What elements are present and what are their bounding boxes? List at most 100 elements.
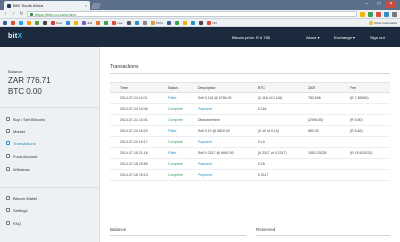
bookmark-item[interactable] [3,20,7,25]
reload-button[interactable]: ↻ [19,11,24,17]
sidebar-item-fund-account[interactable]: Fund Account [0,151,100,161]
back-button[interactable]: ‹ [3,11,8,17]
sidebar-item-settings[interactable]: Settings [0,205,100,215]
bookmark-icon [199,20,204,25]
bookmark-item[interactable]: STFF [150,20,163,25]
browser-tab-bar: BitX South Africa × – □ × [0,0,400,10]
sidebar-item-withdraw[interactable]: Withdraw [0,164,100,174]
sidebar-item-label: FAQ [13,220,22,226]
cell-description[interactable]: Payment [198,107,212,111]
cell-fee: (R 7.83696) [350,96,369,100]
page-title: Transactions [110,64,139,70]
bookmark-item[interactable] [134,20,139,25]
sidebar-item-faq[interactable]: FAQ [0,218,100,228]
extension-icon[interactable] [384,11,389,17]
bookmark-item[interactable]: Live [112,20,123,25]
cell-description: Disbursement [198,118,220,122]
sidebar-item-label: Market [13,128,26,134]
extension-icon[interactable] [368,11,373,17]
maximize-button[interactable]: □ [374,1,384,8]
bookmark-item[interactable] [175,20,180,25]
cell-description: Sell 0.2317 @ 6692.50 [198,151,234,155]
cell-status: Complete [168,162,183,166]
bookmark-item[interactable] [126,20,131,25]
cell-btc: 0.116 [258,107,267,111]
bookmark-item[interactable] [104,20,109,25]
bookmark-icon [183,20,188,25]
bookmark-item[interactable] [199,20,204,25]
site-favicon-icon [7,3,11,8]
exchange-menu[interactable]: Exchange ▾ [334,35,355,40]
sidebar-item-market[interactable]: Market [0,126,100,136]
bookmark-icon [104,20,109,25]
bookmark-icon [175,20,180,25]
cell-time: 2014-07-24 11:01 [120,96,148,100]
reserved-section-label: Reserved [256,227,276,232]
bookmark-item[interactable]: Oct [207,20,217,25]
extension-icon[interactable] [376,11,381,17]
bookmark-item[interactable] [11,20,15,25]
bookmark-icon [35,20,39,25]
close-window-button[interactable]: × [386,1,396,8]
new-tab-button[interactable] [90,3,102,9]
menu-icon[interactable] [392,11,397,17]
btc-balance: BTC 0.00 [8,87,42,96]
bookmark-item[interactable] [142,20,147,25]
bookmark-icon [126,20,131,25]
cell-description[interactable]: Payment [198,173,212,177]
zar-balance: ZAR 776.71 [8,76,51,85]
bookmark-item[interactable] [191,20,196,25]
bookmark-item[interactable] [19,20,23,25]
other-bookmarks[interactable]: Other bookmarks [368,20,397,25]
address-bar-row: ‹ › ↻ https://bitx.co.za/orders [0,10,400,19]
cell-time: 2014-07-21 10:41 [120,118,148,122]
cell-description[interactable]: Payment [198,162,212,166]
table-row: 2014-07-24 10:46 Complete Payment 0.116 [110,104,390,115]
bookmark-item[interactable] [27,20,31,25]
bookmark-item[interactable] [66,20,71,25]
bookmark-item[interactable] [43,20,47,25]
cell-time: 2014-07-18 20:55 [120,162,148,166]
minimize-button[interactable]: – [362,1,372,8]
sidebar-item-label: Bitcoin Wallet [13,195,38,201]
url-input[interactable]: https://bitx.co.za/orders [27,11,357,17]
sign-out-link[interactable]: Sign out [370,35,385,40]
balance-label: Balance [8,69,23,74]
bookmark-icon [112,20,117,25]
column-header-status: Status [168,86,178,90]
sidebar-item-buy-sell[interactable]: Buy / Sell Bitcoins [0,114,100,124]
browser-tab[interactable]: BitX South Africa × [4,1,90,10]
cell-status: Filled [168,129,177,133]
sidebar-item-transactions[interactable]: Transactions [0,138,100,148]
tab-close-icon[interactable]: × [85,3,87,8]
about-menu[interactable]: About ▾ [306,35,320,40]
column-header-zar: ZAR [308,86,315,90]
bookmark-icon [19,20,23,25]
table-row: 2014-07-18 15:13 Complete Payment 0.0117 [110,170,390,181]
table-row: 2014-07-18 20:55 Complete Payment 0.26 [110,159,390,170]
cell-zar: 783.696 [308,96,321,100]
bookmark-label: Live [117,20,123,25]
bookmark-icon [51,20,55,25]
market-icon [6,129,10,133]
sidebar-item-bitcoin-wallet[interactable]: Bitcoin Wallet [0,193,100,203]
bookmark-icon [3,20,7,25]
bookmark-item[interactable]: JLB [82,20,92,25]
withdraw-icon [6,167,10,171]
bookmark-item[interactable]: Pool [51,20,62,25]
bookmark-item[interactable] [35,20,39,25]
bookmark-item[interactable] [183,20,188,25]
bookmark-item[interactable] [74,20,79,25]
bitx-logo[interactable]: bitX [8,33,22,40]
star-icon[interactable] [360,11,365,17]
cell-status: Filled [168,151,177,155]
bookmark-item[interactable] [167,20,172,25]
cell-btc: (0.116 of 0.116) [258,96,283,100]
column-header-btc: BTC [258,86,265,90]
bookmark-icon [207,20,212,25]
cell-description[interactable]: Payment [198,140,212,144]
settings-icon [6,208,10,212]
table-row: 2014-07-21 10:41 Complete Disbursement (299… [110,115,390,126]
forward-button[interactable]: › [11,11,16,17]
bookmark-item[interactable] [96,20,101,25]
